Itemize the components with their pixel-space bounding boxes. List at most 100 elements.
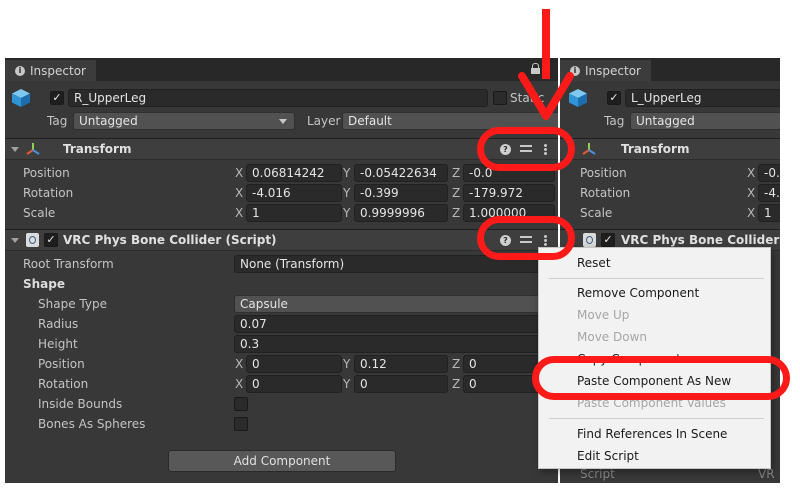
foldout-arrow-icon[interactable]: [11, 147, 19, 152]
info-icon: i: [15, 65, 25, 76]
rotation-z-field[interactable]: -179.972: [463, 184, 555, 202]
position-x-field[interactable]: -0.: [758, 164, 780, 182]
axis-z-label: Z: [452, 166, 461, 180]
axis-z-label: Z: [452, 377, 461, 391]
annotation-arrow-head: [518, 72, 574, 120]
collider-header[interactable]: ✓ VRC Phys Bone Collider (Script) ?: [5, 229, 558, 251]
rotation-x-field[interactable]: -4.: [758, 184, 780, 202]
menu-item-move-up[interactable]: Move Up: [577, 305, 629, 325]
rotation-label: Rotation: [580, 186, 631, 200]
inspector-tab-bar: i Inspector: [5, 58, 558, 81]
tag-value: Untagged: [79, 114, 138, 128]
transform-title: Transform: [63, 142, 132, 156]
foldout-arrow-icon[interactable]: [11, 238, 19, 243]
radius-field[interactable]: 0.07: [234, 315, 555, 333]
axis-x-label: X: [235, 377, 244, 391]
shape-section-label: Shape: [23, 277, 66, 291]
height-field[interactable]: 0.3: [234, 335, 555, 353]
object-name-field[interactable]: L_UpperLeg: [625, 89, 780, 107]
collider-position-label: Position: [38, 357, 85, 371]
menu-item-move-down[interactable]: Move Down: [577, 327, 647, 347]
position-label: Position: [23, 166, 70, 180]
transform-icon: [26, 143, 40, 155]
rotation-label: Rotation: [23, 186, 74, 200]
static-checkbox[interactable]: [493, 91, 507, 105]
inspector-tab[interactable]: i Inspector: [5, 60, 96, 81]
axis-x-label: X: [235, 186, 244, 200]
tag-dropdown[interactable]: Untagged: [73, 112, 295, 130]
axis-x-label: X: [235, 357, 244, 371]
cube-icon: [12, 89, 30, 107]
axis-x-label: X: [235, 166, 244, 180]
component-enabled-checkbox[interactable]: ✓: [44, 233, 58, 247]
menu-item-remove-component[interactable]: Remove Component: [577, 283, 699, 303]
collider-position-y-field[interactable]: 0.12: [354, 355, 448, 373]
transform-header[interactable]: Transform ?: [5, 138, 558, 160]
position-y-field[interactable]: -0.05422634: [354, 164, 448, 182]
annotation-circle-paste-as-new: [532, 356, 790, 400]
transform-icon: [582, 143, 596, 155]
collider-rotation-y-field[interactable]: 0: [354, 375, 448, 393]
scale-y-field[interactable]: 0.9999996: [354, 204, 448, 222]
checkmark-icon: ✓: [52, 91, 62, 104]
tag-label: Tag: [47, 114, 68, 128]
rotation-x-field[interactable]: -4.016: [246, 184, 342, 202]
layer-label: Layer: [307, 114, 341, 128]
menu-separator: [549, 418, 764, 419]
checkmark-icon: ✓: [609, 91, 619, 104]
menu-separator: [549, 278, 764, 279]
inspector-tab-bar: i Inspector: [560, 58, 780, 81]
collider-title: VRC Phys Bone Collider (Sc: [621, 233, 780, 247]
axis-x-label: X: [747, 206, 756, 220]
dropdown-arrow-icon: [279, 119, 287, 124]
axis-x-label: X: [747, 166, 756, 180]
axis-z-label: Z: [452, 357, 461, 371]
annotation-arrow-shaft: [542, 9, 550, 79]
axis-x-label: X: [747, 186, 756, 200]
script-label: Script: [580, 467, 615, 481]
tag-value: Untagged: [636, 114, 695, 128]
checkmark-icon: ✓: [603, 233, 613, 246]
position-x-field[interactable]: 0.06814242: [246, 164, 342, 182]
shape-type-value: Capsule: [240, 297, 288, 311]
transform-header[interactable]: Transform: [560, 138, 780, 160]
inspector-tab-label: Inspector: [585, 63, 641, 78]
scale-label: Scale: [580, 206, 613, 220]
annotation-circle-collider-options: [477, 216, 575, 260]
axis-y-label: Y: [343, 186, 351, 200]
collider-title: VRC Phys Bone Collider (Script): [63, 233, 277, 247]
axis-x-label: X: [235, 206, 244, 220]
tag-label: Tag: [604, 114, 625, 128]
add-component-button[interactable]: Add Component: [168, 450, 396, 472]
menu-item-find-references[interactable]: Find References In Scene: [577, 424, 727, 444]
left-inspector-panel: i Inspector ✓ R_UpperLeg Static Tag Unta…: [5, 58, 558, 483]
shape-type-label: Shape Type: [38, 297, 107, 311]
inside-bounds-label: Inside Bounds: [38, 397, 123, 411]
transform-title: Transform: [621, 142, 690, 156]
height-label: Height: [38, 337, 78, 351]
scale-label: Scale: [23, 206, 56, 220]
shape-type-dropdown[interactable]: Capsule: [234, 295, 555, 313]
axis-z-label: Z: [452, 186, 461, 200]
bones-as-spheres-label: Bones As Spheres: [38, 417, 146, 431]
collider-rotation-x-field[interactable]: 0: [246, 375, 342, 393]
script-value: VR: [758, 467, 775, 481]
bones-as-spheres-checkbox[interactable]: [234, 417, 248, 431]
tag-dropdown[interactable]: Untagged: [630, 112, 780, 130]
collider-position-x-field[interactable]: 0: [246, 355, 342, 373]
collider-rotation-label: Rotation: [38, 377, 89, 391]
scale-x-field[interactable]: 1: [246, 204, 342, 222]
inside-bounds-checkbox[interactable]: [234, 397, 248, 411]
inspector-tab-label: Inspector: [30, 63, 86, 78]
active-checkbox[interactable]: ✓: [607, 91, 621, 105]
menu-item-edit-script[interactable]: Edit Script: [577, 446, 639, 466]
axis-z-label: Z: [452, 206, 461, 220]
component-enabled-checkbox[interactable]: ✓: [601, 233, 615, 247]
menu-item-reset[interactable]: Reset: [577, 253, 611, 273]
radius-label: Radius: [38, 317, 79, 331]
checkmark-icon: ✓: [46, 233, 56, 246]
rotation-y-field[interactable]: -0.399: [354, 184, 448, 202]
active-checkbox[interactable]: ✓: [50, 91, 64, 105]
object-name-field[interactable]: R_UpperLeg: [68, 89, 488, 107]
scale-x-field[interactable]: 1: [758, 204, 780, 222]
